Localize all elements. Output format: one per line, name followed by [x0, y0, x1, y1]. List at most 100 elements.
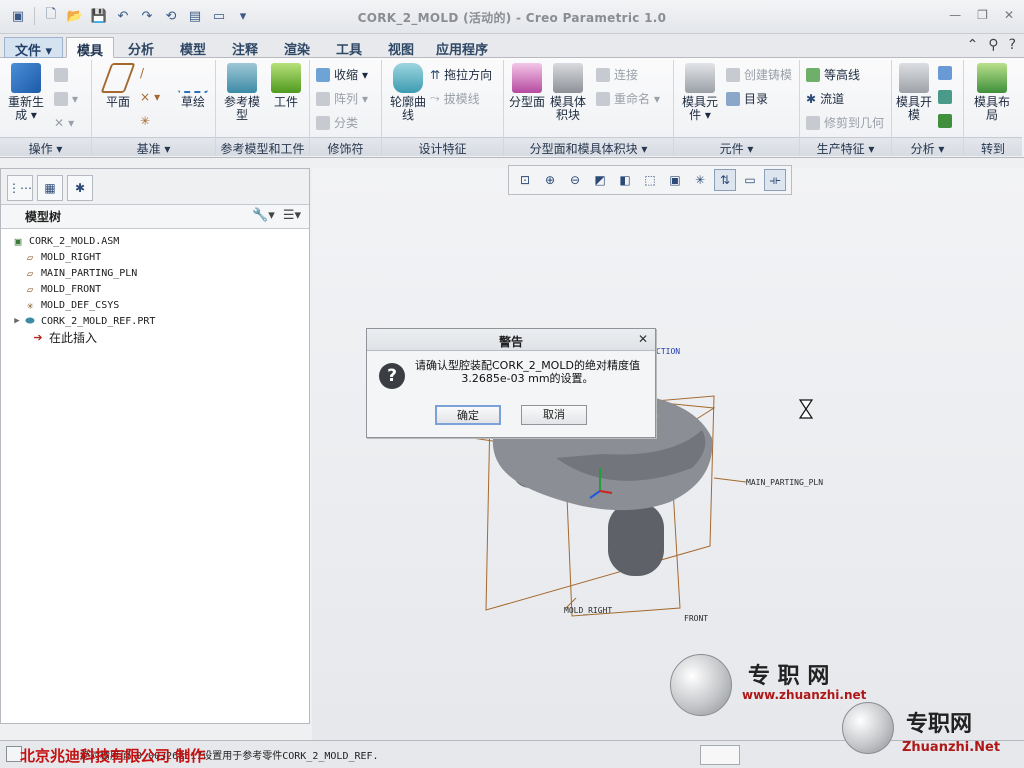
tab-mold[interactable]: 模具 — [66, 37, 115, 59]
group-label-ref-model[interactable]: 参考模型和工件 — [216, 137, 309, 156]
tab-analysis[interactable]: 分析 — [118, 37, 164, 58]
drag-direction-button[interactable]: ⇈ 拖拉方向 — [430, 66, 492, 83]
minimize-icon[interactable]: — — [949, 8, 961, 22]
hourglass-cursor-icon — [798, 399, 814, 419]
tree-item[interactable]: ▱ MOLD_RIGHT — [1, 249, 309, 265]
model-tree-tab-icon[interactable]: ⋮⋯ — [7, 175, 33, 201]
group-components: 模具元件 ▾ 创建铸模 目录 元件 ▾ — [674, 60, 800, 156]
tab-render[interactable]: 渲染 — [274, 37, 320, 58]
catalog-button[interactable]: 目录 — [726, 90, 768, 107]
copy-button[interactable] — [54, 68, 68, 82]
create-casting-button[interactable]: 创建铸模 — [726, 66, 792, 83]
tab-view[interactable]: 视图 — [378, 37, 424, 58]
group-label-production[interactable]: 生产特征 ▾ — [800, 137, 891, 156]
group-label-design-feature[interactable]: 设计特征 — [382, 137, 503, 156]
regenerate-icon — [11, 63, 41, 93]
silhouette-button[interactable]: 轮廓曲线 — [388, 63, 428, 122]
group-label-components[interactable]: 元件 ▾ — [674, 137, 799, 156]
trim-geometry-button[interactable]: 修剪到几何 — [806, 114, 884, 131]
mold-open-button[interactable]: 模具开模 — [896, 63, 932, 122]
settings-icon[interactable]: 🔧▾ — [252, 208, 275, 223]
graphics-window[interactable]: MAIN_PARTING_PLN MOLD_RIGHT FRONT CTION — [312, 168, 1024, 740]
zoom-in-icon[interactable]: ⊕ — [539, 169, 561, 191]
mold-component-button[interactable]: 模具元件 ▾ — [678, 63, 722, 122]
watermark-ball-icon — [670, 654, 732, 716]
group-label-datum[interactable]: 基准 ▾ — [92, 137, 215, 156]
model-viewport[interactable]: MAIN_PARTING_PLN MOLD_RIGHT FRONT CTION — [312, 168, 1024, 740]
datum-display-icon[interactable]: ✳ — [689, 169, 711, 191]
tree-item[interactable]: ✳ MOLD_DEF_CSYS — [1, 297, 309, 313]
search-icon[interactable]: ⚲ — [988, 37, 998, 53]
sketch-button[interactable]: 草绘 — [174, 63, 212, 109]
dialog-title: 警告 — [498, 335, 523, 349]
label-main-parting-pln[interactable]: MAIN_PARTING_PLN — [746, 478, 823, 487]
draft-line-button[interactable]: ⤳ 拔模线 — [430, 90, 480, 107]
tree-item-insert-here[interactable]: ➔ 在此插入 — [1, 329, 309, 345]
regenerate-button[interactable]: 重新生成 ▾ — [6, 63, 46, 122]
label-mold-right[interactable]: MOLD_RIGHT — [564, 606, 612, 615]
drag-direction-icon: ⇈ — [430, 67, 441, 82]
paste-button[interactable]: ▾ — [54, 92, 78, 106]
selection-filter-icon[interactable] — [700, 745, 740, 765]
projected-area-button[interactable] — [938, 90, 952, 104]
restore-icon[interactable]: ❐ — [977, 8, 988, 22]
runner-button[interactable]: ✱ 流道 — [806, 90, 844, 107]
mold-layout-button[interactable]: 模具布局 — [972, 63, 1012, 122]
group-label-analysis[interactable]: 分析 ▾ — [892, 137, 963, 156]
contour-line-button[interactable]: 等高线 — [806, 66, 860, 83]
assembly-icon: ▣ — [14, 234, 22, 248]
group-label-cosmetic[interactable]: 修饰符 — [310, 137, 381, 156]
tree-item[interactable]: ▱ MOLD_FRONT — [1, 281, 309, 297]
group-label-operations[interactable]: 操作 ▾ — [0, 137, 91, 156]
annotation-display-icon[interactable]: ▭ — [739, 169, 761, 191]
repaint-icon[interactable]: ◩ — [589, 169, 611, 191]
show-icon[interactable]: ☰▾ — [283, 208, 301, 223]
folder-browser-tab-icon[interactable]: ▦ — [37, 175, 63, 201]
ref-model-button[interactable]: 参考模型 — [222, 63, 262, 122]
tree-item[interactable]: ▱ MAIN_PARTING_PLN — [1, 265, 309, 281]
group-label-goto[interactable]: 转到 — [964, 137, 1022, 156]
tab-tools[interactable]: 工具 — [326, 37, 372, 58]
zoom-out-icon[interactable]: ⊖ — [564, 169, 586, 191]
workpiece-icon — [271, 63, 301, 93]
point-button[interactable]: × ▾ — [140, 90, 160, 104]
spin-center-icon[interactable]: ⇅ — [714, 169, 736, 191]
collapse-ribbon-icon[interactable]: ⌃ — [967, 37, 979, 53]
help-icon[interactable]: ? — [1009, 37, 1016, 53]
csys-button[interactable]: ✳ — [140, 114, 150, 128]
csys-display-icon[interactable]: ⟛ — [764, 169, 786, 191]
group-cosmetic: 收缩 ▾ 阵列 ▾ 分类 修饰符 — [310, 60, 382, 156]
favorites-tab-icon[interactable]: ✱ — [67, 175, 93, 201]
group-datum: 平面 / × ▾ ✳ 草绘 基准 ▾ — [92, 60, 216, 156]
tab-annotate[interactable]: 注释 — [222, 37, 268, 58]
pattern-button[interactable]: 阵列 ▾ — [316, 90, 368, 107]
tab-file[interactable]: 文件 ▾ — [4, 37, 64, 59]
cancel-button[interactable]: 取消 — [521, 405, 587, 425]
tab-applications[interactable]: 应用程序 — [426, 37, 498, 58]
tree-item[interactable]: ▣ CORK_2_MOLD.ASM — [1, 233, 309, 249]
plane-button[interactable]: 平面 — [98, 63, 138, 109]
dialog-close-icon[interactable]: ✕ — [638, 332, 648, 346]
close-icon[interactable]: ✕ — [1004, 8, 1014, 22]
refit-icon[interactable]: ⊡ — [514, 169, 536, 191]
shrink-button[interactable]: 收缩 ▾ — [316, 66, 368, 83]
tab-model[interactable]: 模型 — [170, 37, 216, 58]
thickness-check-button[interactable] — [938, 66, 952, 80]
group-label-parting[interactable]: 分型面和模具体积块 ▾ — [504, 137, 673, 156]
expand-icon[interactable]: ▶ — [11, 316, 23, 326]
classify-button[interactable]: 分类 — [316, 114, 358, 131]
view-manager-icon[interactable]: ▣ — [664, 169, 686, 191]
ok-button[interactable]: 确定 — [435, 405, 501, 425]
parting-check-button[interactable] — [938, 114, 952, 128]
tree-item[interactable]: ▶ ⬬ CORK_2_MOLD_REF.PRT — [1, 313, 309, 329]
axis-button[interactable]: / — [140, 66, 144, 80]
display-style-icon[interactable]: ◧ — [614, 169, 636, 191]
delete-button[interactable]: ✕ ▾ — [54, 116, 74, 130]
mold-volume-button[interactable]: 模具体积块 — [548, 63, 588, 122]
workpiece-button[interactable]: 工件 — [268, 63, 304, 109]
connect-button[interactable]: 连接 — [596, 66, 638, 83]
parting-surface-button[interactable]: 分型面 — [508, 63, 546, 109]
saved-views-icon[interactable]: ⬚ — [639, 169, 661, 191]
rename-button[interactable]: 重命名 ▾ — [596, 90, 660, 107]
label-front[interactable]: FRONT — [684, 614, 708, 623]
